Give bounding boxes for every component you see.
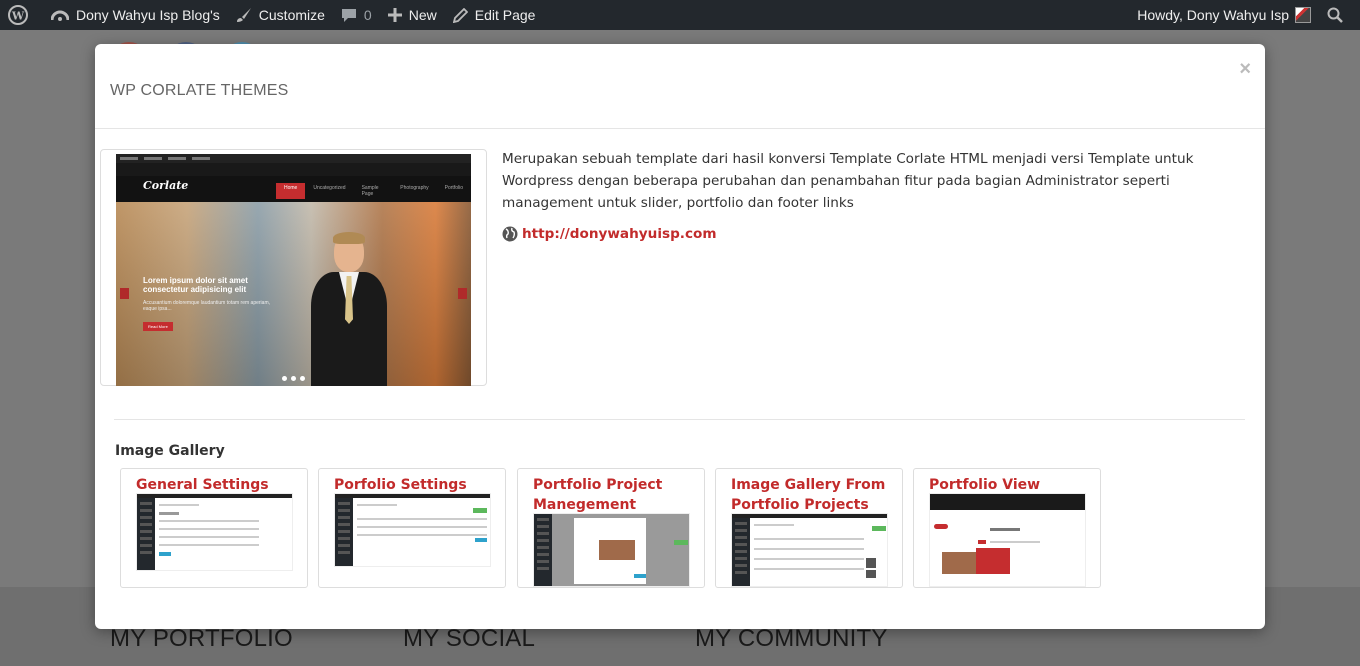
comment-icon bbox=[341, 8, 356, 22]
preview-thumbnail[interactable]: Corlate Home Uncategorized Sample Page P… bbox=[100, 149, 487, 386]
howdy-label: Howdy, Dony Wahyu Isp bbox=[1137, 7, 1289, 23]
preview-nav-item: Sample Page bbox=[361, 185, 379, 197]
footer-heading-social: MY SOCIAL bbox=[403, 625, 536, 652]
preview-caption: Lorem ipsum dolor sit amet consectetur a… bbox=[143, 276, 248, 294]
search-icon bbox=[1327, 7, 1343, 23]
gallery-item-porfolio-settings[interactable]: Porfolio Settings bbox=[318, 468, 506, 588]
project-modal: WP CORLATE THEMES × Corlate Home Uncateg… bbox=[95, 44, 1265, 629]
preview-subtext: Accusantium doloremque laudantium totam … bbox=[143, 300, 271, 312]
globe-icon bbox=[502, 226, 518, 242]
pencil-icon bbox=[452, 7, 468, 23]
gallery-thumbnail bbox=[929, 493, 1086, 587]
gallery-item-title: Porfolio Settings bbox=[334, 477, 467, 493]
dashboard-icon bbox=[51, 10, 69, 21]
paintbrush-icon bbox=[236, 8, 251, 22]
preview-person-image bbox=[306, 232, 392, 386]
project-description: Merupakan sebuah template dari hasil kon… bbox=[502, 151, 1194, 211]
my-account-link[interactable]: Howdy, Dony Wahyu Isp bbox=[1129, 0, 1319, 30]
preview-nav-item: Home bbox=[276, 183, 306, 199]
comments-count: 0 bbox=[363, 7, 372, 23]
project-link[interactable]: http://donywahyuisp.com bbox=[502, 226, 717, 242]
modal-title: WP CORLATE THEMES bbox=[110, 82, 289, 99]
svg-text:W: W bbox=[11, 10, 25, 23]
gallery-thumbnail bbox=[533, 513, 690, 587]
customize-label: Customize bbox=[258, 7, 325, 23]
avatar bbox=[1295, 7, 1311, 23]
comments-link[interactable]: 0 bbox=[333, 0, 380, 30]
gallery-item-title: General Settings bbox=[136, 477, 269, 493]
divider bbox=[114, 419, 1245, 420]
project-link-text: http://donywahyuisp.com bbox=[522, 226, 717, 242]
modal-header: WP CORLATE THEMES × bbox=[95, 44, 1265, 129]
gallery-item-title: Portfolio Project Manegement bbox=[533, 477, 663, 513]
search-button[interactable] bbox=[1319, 0, 1360, 30]
close-button[interactable]: × bbox=[1239, 58, 1251, 81]
gallery-title: Image Gallery bbox=[115, 443, 225, 459]
gallery-item-title: Image Gallery From Portfolio Projects bbox=[731, 477, 886, 513]
preview-hero: Lorem ipsum dolor sit amet consectetur a… bbox=[116, 202, 471, 386]
preview-nav-item: Portfolio bbox=[444, 185, 463, 191]
site-name-label: Dony Wahyu Isp Blog's bbox=[76, 7, 220, 23]
preview-next-arrow bbox=[458, 288, 467, 299]
preview-nav-item: Photography bbox=[400, 185, 429, 191]
edit-page-link[interactable]: Edit Page bbox=[445, 0, 544, 30]
gallery-item-image-gallery-from-portfolio-projects[interactable]: Image Gallery From Portfolio Projects bbox=[715, 468, 903, 588]
wordpress-icon: W bbox=[8, 5, 28, 25]
footer-heading-portfolio: MY PORTFOLIO bbox=[110, 625, 293, 652]
site-name-link[interactable]: Dony Wahyu Isp Blog's bbox=[43, 0, 228, 30]
customize-link[interactable]: Customize bbox=[228, 0, 333, 30]
theme-screenshot: Corlate Home Uncategorized Sample Page P… bbox=[116, 154, 471, 386]
preview-prev-arrow bbox=[120, 288, 129, 299]
plus-icon bbox=[387, 8, 402, 22]
wp-admin-bar: W Dony Wahyu Isp Blog's Customize 0 New … bbox=[0, 0, 1360, 30]
gallery-thumbnail bbox=[731, 513, 888, 587]
gallery-item-general-settings[interactable]: General Settings bbox=[120, 468, 308, 588]
gallery-item-portfolio-project-manegement[interactable]: Portfolio Project Manegement bbox=[517, 468, 705, 588]
gallery-thumbnail bbox=[136, 493, 293, 571]
preview-logo: Corlate bbox=[143, 179, 189, 192]
gallery-item-portfolio-view[interactable]: Portfolio View bbox=[913, 468, 1101, 588]
gallery-thumbnail bbox=[334, 493, 491, 567]
preview-read-more: Read More bbox=[143, 322, 173, 331]
preview-slider-dots bbox=[282, 376, 309, 381]
edit-page-label: Edit Page bbox=[474, 7, 536, 23]
preview-nav-item: Uncategorized bbox=[313, 185, 346, 191]
new-content-link[interactable]: New bbox=[380, 0, 445, 30]
footer-heading-community: MY COMMUNITY bbox=[695, 625, 888, 652]
wordpress-logo-button[interactable]: W bbox=[0, 0, 43, 30]
new-label: New bbox=[408, 7, 437, 23]
gallery-item-title: Portfolio View bbox=[929, 477, 1041, 493]
